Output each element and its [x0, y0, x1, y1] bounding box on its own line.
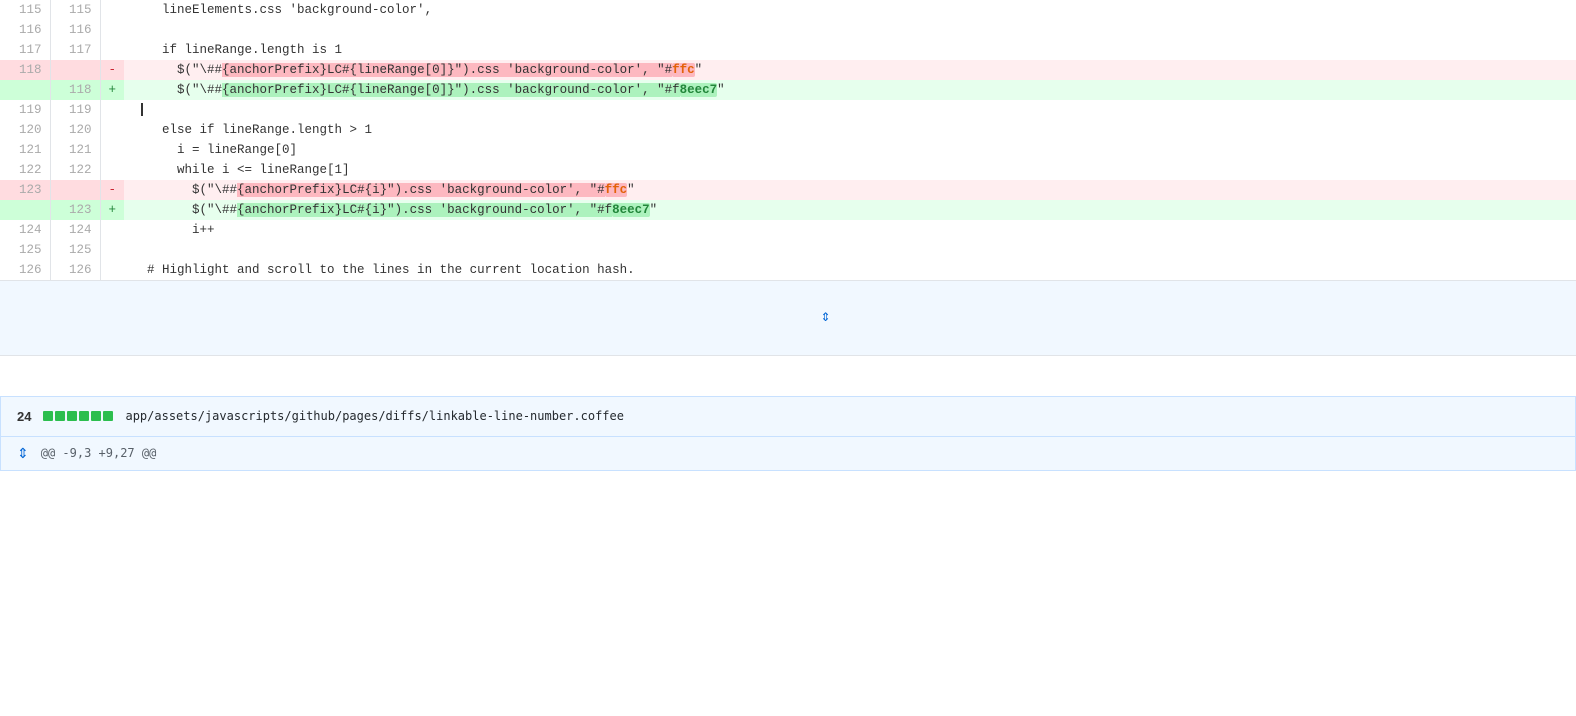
stat-block-5 — [91, 411, 101, 421]
file-header: 24 app/assets/javascripts/github/pages/d… — [0, 396, 1576, 436]
table-row: 118 - $("\##{anchorPrefix}LC#{lineRange[… — [0, 60, 1576, 80]
line-num-new: 119 — [50, 100, 100, 120]
line-num-old — [0, 80, 50, 100]
line-num-old — [0, 200, 50, 220]
diff-sign — [100, 140, 124, 160]
cursor — [140, 100, 143, 120]
line-num-old: 123 — [0, 180, 50, 200]
diff-sign — [100, 160, 124, 180]
diff-code — [124, 100, 1576, 120]
line-num-old: 116 — [0, 20, 50, 40]
file-path: app/assets/javascripts/github/pages/diff… — [125, 409, 624, 423]
diff-code: i++ — [124, 220, 1576, 240]
line-num-new — [50, 60, 100, 80]
line-num-new: 121 — [50, 140, 100, 160]
diff-sign — [100, 220, 124, 240]
inline-highlight: {anchorPrefix}LC#{lineRange[0]}").css 'b… — [222, 63, 672, 77]
table-row: 125 125 — [0, 240, 1576, 260]
diff-sign: + — [100, 200, 124, 220]
highlight-deleted: ffc — [605, 183, 628, 197]
expander-icon[interactable]: ⇕ — [821, 308, 831, 326]
table-row: 119 119 — [0, 100, 1576, 120]
diff-code: $("\##{anchorPrefix}LC#{i}").css 'backgr… — [124, 180, 1576, 200]
expander-row[interactable]: ⇕ — [0, 281, 1576, 356]
inline-highlight: {anchorPrefix}LC#{i}").css 'background-c… — [237, 183, 605, 197]
section-gap — [0, 356, 1576, 396]
line-num-old: 121 — [0, 140, 50, 160]
table-row: 122 122 while i <= lineRange[1] — [0, 160, 1576, 180]
diff-code: lineElements.css 'background-color', — [124, 0, 1576, 20]
hunk-range: @@ -9,3 +9,27 @@ — [41, 446, 157, 460]
table-row: 124 124 i++ — [0, 220, 1576, 240]
line-num-new: 126 — [50, 260, 100, 281]
diff-code — [124, 240, 1576, 260]
highlight-added: 8eec7 — [612, 203, 650, 217]
line-num-new: 115 — [50, 0, 100, 20]
line-num-old: 118 — [0, 60, 50, 80]
diff-sign — [100, 40, 124, 60]
inline-highlight: {anchorPrefix}LC#{i}").css 'background-c… — [237, 203, 612, 217]
table-row: 116 116 — [0, 20, 1576, 40]
table-row: 123 + $("\##{anchorPrefix}LC#{i}").css '… — [0, 200, 1576, 220]
stat-block-3 — [67, 411, 77, 421]
stat-block-2 — [55, 411, 65, 421]
diff-code: while i <= lineRange[1] — [124, 160, 1576, 180]
table-row: 115 115 lineElements.css 'background-col… — [0, 0, 1576, 20]
diff-code: $("\##{anchorPrefix}LC#{lineRange[0]}").… — [124, 80, 1576, 100]
stat-block-6 — [103, 411, 113, 421]
diff-table: 115 115 lineElements.css 'background-col… — [0, 0, 1576, 356]
line-num-new: 118 — [50, 80, 100, 100]
diff-code: if lineRange.length is 1 — [124, 40, 1576, 60]
line-num-old: 115 — [0, 0, 50, 20]
line-num-new: 117 — [50, 40, 100, 60]
line-num-old: 120 — [0, 120, 50, 140]
table-row: 121 121 i = lineRange[0] — [0, 140, 1576, 160]
diff-stat-bar — [43, 411, 113, 421]
diff-sign: + — [100, 80, 124, 100]
line-num-old: 117 — [0, 40, 50, 60]
table-row: 123 - $("\##{anchorPrefix}LC#{i}").css '… — [0, 180, 1576, 200]
diff-sign — [100, 120, 124, 140]
line-num-new: 116 — [50, 20, 100, 40]
diff-sign — [100, 260, 124, 281]
diff-sign — [100, 20, 124, 40]
diff-code: $("\##{anchorPrefix}LC#{lineRange[0]}").… — [124, 60, 1576, 80]
line-num-old: 124 — [0, 220, 50, 240]
inline-highlight: {anchorPrefix}LC#{lineRange[0]}").css 'b… — [222, 83, 680, 97]
line-num-old: 125 — [0, 240, 50, 260]
line-num-new: 120 — [50, 120, 100, 140]
line-num-new: 124 — [50, 220, 100, 240]
table-row: 120 120 else if lineRange.length > 1 — [0, 120, 1576, 140]
line-num-new: 123 — [50, 200, 100, 220]
stat-block-1 — [43, 411, 53, 421]
hunk-header: ⇕ @@ -9,3 +9,27 @@ — [0, 436, 1576, 471]
diff-sign — [100, 100, 124, 120]
diff-sign: - — [100, 60, 124, 80]
diff-sign — [100, 240, 124, 260]
line-num-old: 126 — [0, 260, 50, 281]
table-row: 126 126 # Highlight and scroll to the li… — [0, 260, 1576, 281]
diff-code: $("\##{anchorPrefix}LC#{i}").css 'backgr… — [124, 200, 1576, 220]
highlight-added: 8eec7 — [680, 83, 718, 97]
file-number: 24 — [17, 409, 31, 424]
diff-code: else if lineRange.length > 1 — [124, 120, 1576, 140]
diff-sign — [100, 0, 124, 20]
line-num-new: 125 — [50, 240, 100, 260]
table-row: 118 + $("\##{anchorPrefix}LC#{lineRange[… — [0, 80, 1576, 100]
diff-sign: - — [100, 180, 124, 200]
table-row: 117 117 if lineRange.length is 1 — [0, 40, 1576, 60]
highlight-deleted: ffc — [672, 63, 695, 77]
line-num-new: 122 — [50, 160, 100, 180]
stat-block-4 — [79, 411, 89, 421]
line-num-new — [50, 180, 100, 200]
diff-code: # Highlight and scroll to the lines in t… — [124, 260, 1576, 281]
diff-container: 115 115 lineElements.css 'background-col… — [0, 0, 1576, 716]
hunk-expander-icon[interactable]: ⇕ — [17, 445, 29, 462]
line-num-old: 122 — [0, 160, 50, 180]
diff-code — [124, 20, 1576, 40]
diff-code: i = lineRange[0] — [124, 140, 1576, 160]
line-num-old: 119 — [0, 100, 50, 120]
